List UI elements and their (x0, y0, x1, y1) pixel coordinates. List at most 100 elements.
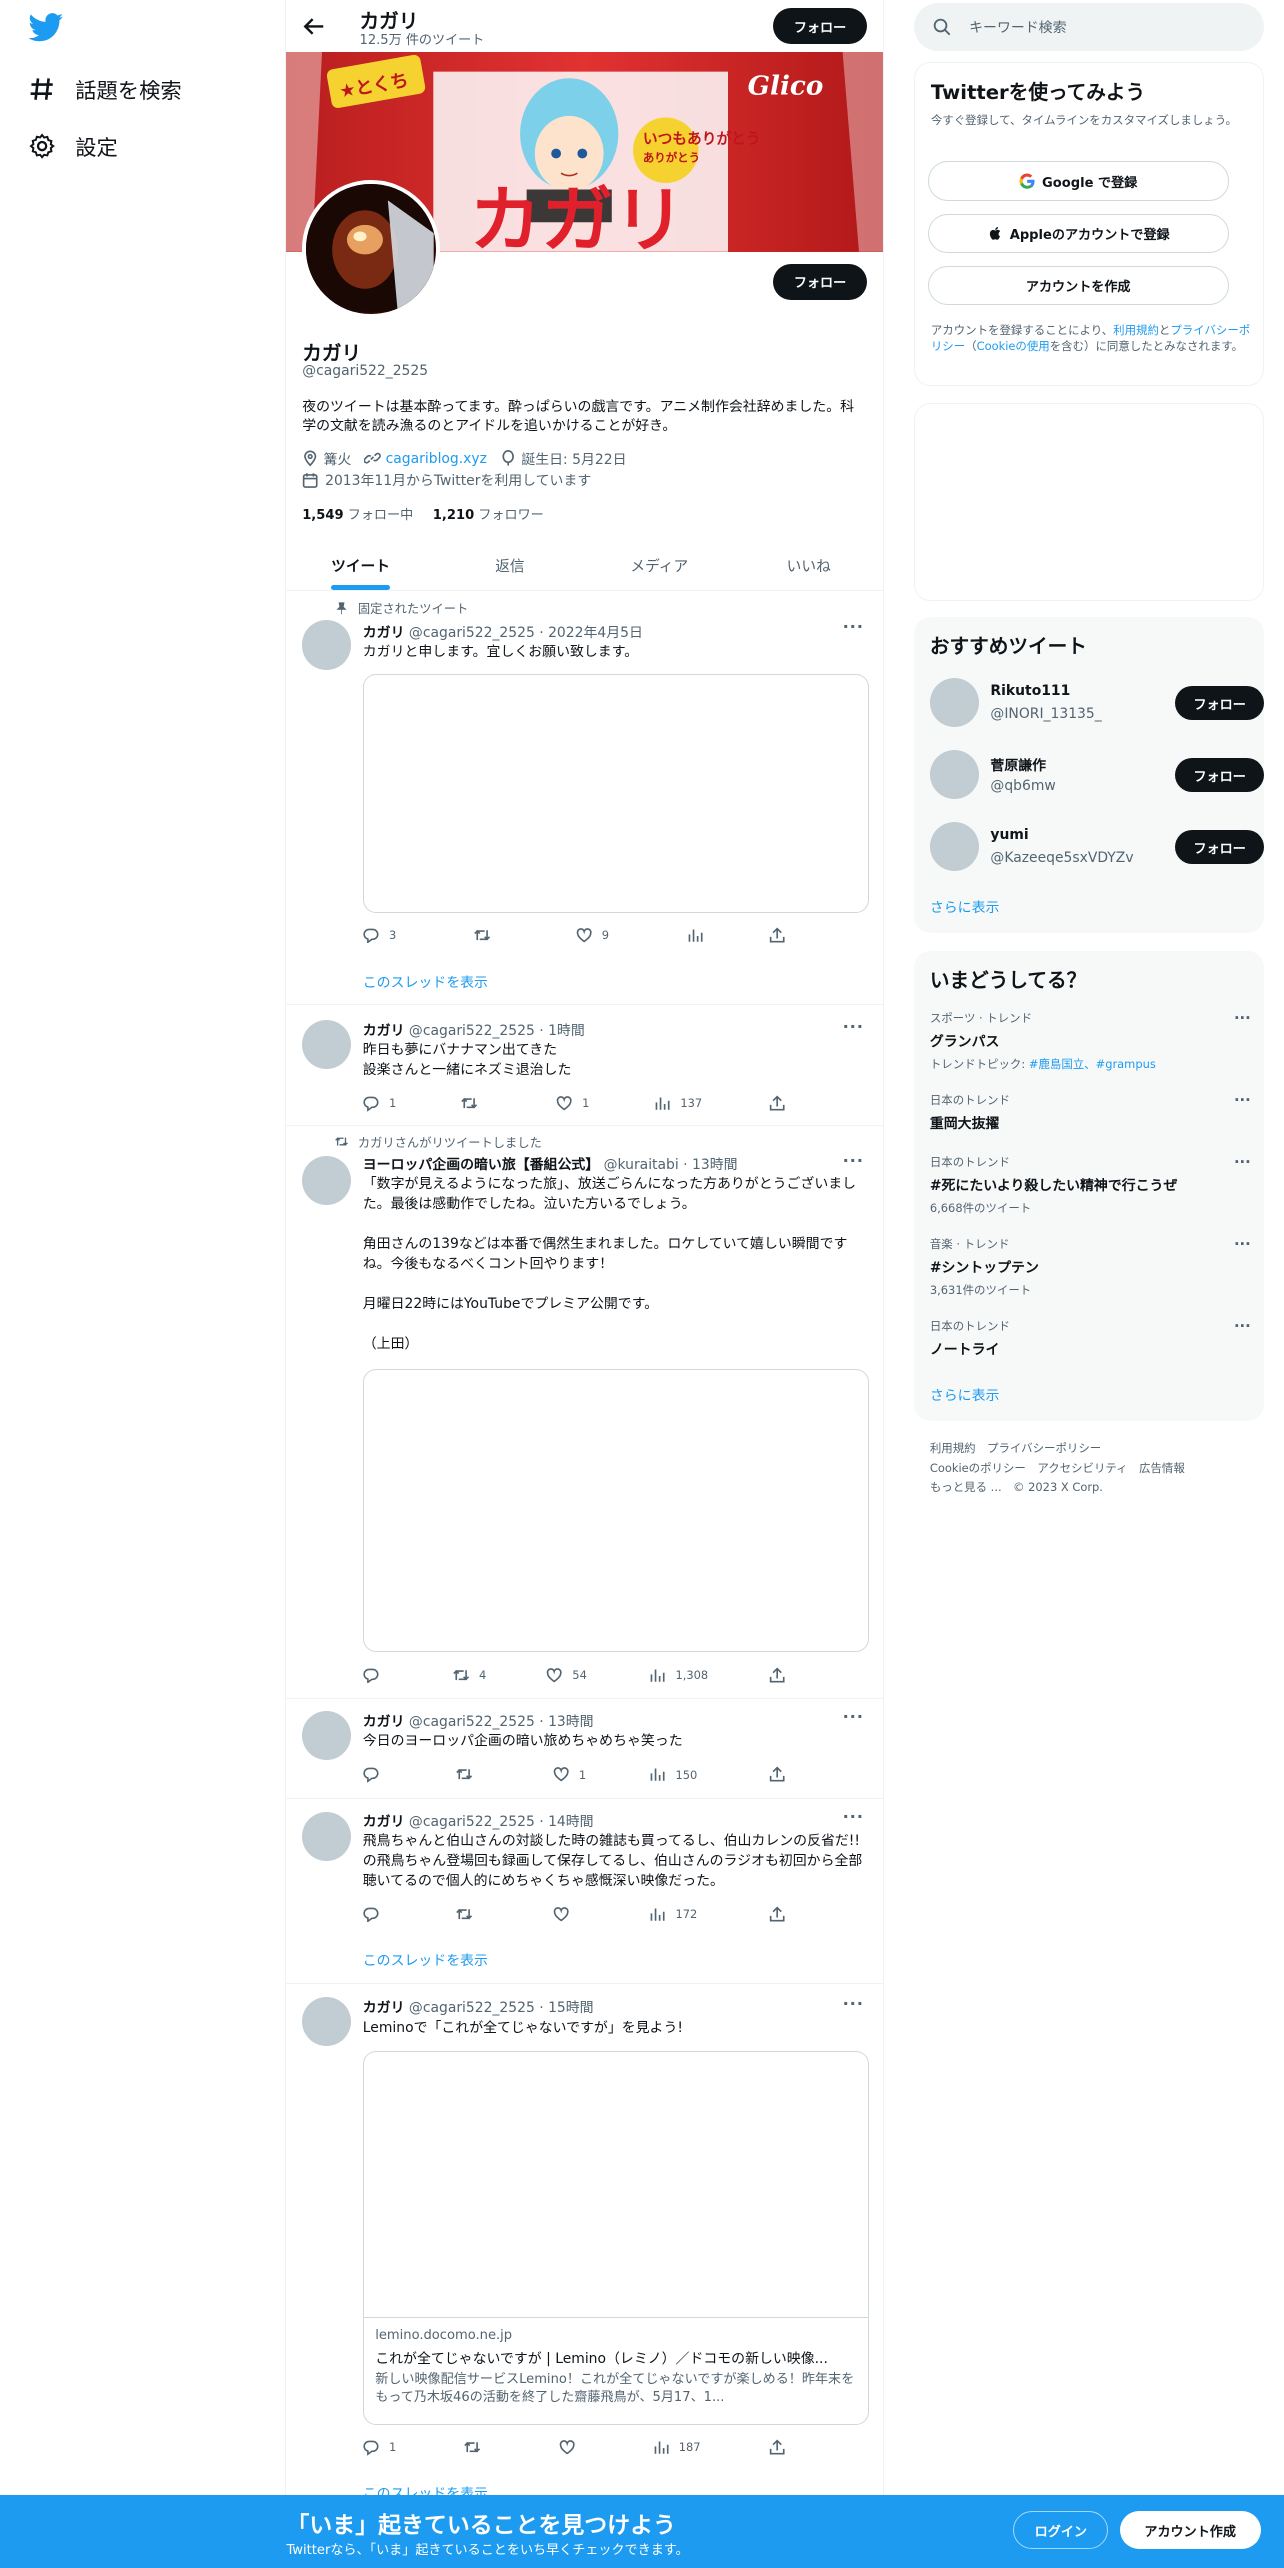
retweet-button[interactable] (474, 927, 500, 943)
tab-replies[interactable]: 返信 (435, 540, 584, 590)
retweet-button[interactable]: 4 (453, 1667, 486, 1683)
views-button[interactable]: 172 (649, 1906, 697, 1922)
reply-button[interactable] (363, 1667, 389, 1683)
more-icon[interactable]: ··· (1234, 1318, 1251, 1335)
more-icon[interactable]: ··· (843, 1994, 864, 2013)
avatar[interactable] (929, 749, 979, 799)
signup-button[interactable]: アカウント作成 (1119, 2511, 1261, 2549)
retweet-button[interactable] (461, 1095, 487, 1111)
avatar[interactable] (302, 1019, 352, 1069)
tweet-media[interactable] (362, 1368, 869, 1652)
nav-settings[interactable]: 設定 (29, 131, 118, 162)
views-button[interactable]: 187 (653, 2439, 701, 2455)
avatar[interactable] (302, 620, 352, 670)
profile-avatar[interactable] (302, 180, 440, 318)
views-button[interactable]: 137 (654, 1095, 702, 1111)
more-icon[interactable]: ··· (1234, 1010, 1251, 1027)
share-button[interactable] (769, 1906, 785, 1922)
google-signup-button[interactable]: Google で登録 (927, 161, 1229, 201)
trend-item[interactable]: 日本のトレンド #死にたいより殺したい精神で行こうぜ 6,668件のツイート ·… (930, 1154, 1251, 1216)
tab-likes[interactable]: いいね (734, 540, 883, 590)
recommended-user[interactable]: yumi @Kazeeqe5sxVDYZv フォロー (929, 821, 1264, 874)
cookie-link[interactable]: Cookieの使用 (977, 339, 1050, 353)
like-button[interactable] (559, 2439, 585, 2455)
retweet-button[interactable] (456, 1906, 482, 1922)
avatar[interactable] (302, 1155, 352, 1205)
followers-link[interactable]: 1,210 フォロワー (433, 504, 544, 523)
link-card[interactable]: lemino.docomo.ne.jp これが全てじゃないですが | Lemin… (362, 2051, 869, 2425)
show-thread-link[interactable]: このスレッドを表示 (363, 1950, 488, 1970)
tweet[interactable]: カガリ @cagari522_2525 · 1時間 ··· 昨日も夢にバナナマン… (285, 1005, 884, 1127)
show-more-link[interactable]: さらに表示 (930, 897, 1000, 917)
show-thread-link[interactable]: このスレッドを表示 (363, 972, 488, 992)
views-button[interactable]: 1,308 (649, 1667, 708, 1683)
trend-item[interactable]: 日本のトレンド 重岡大抜擢 ··· (930, 1092, 1251, 1133)
tweet[interactable]: カガリ @cagari522_2525 · 13時間 ··· 今日のヨーロッパ企… (285, 1699, 884, 1800)
retweet-button[interactable] (456, 1766, 482, 1782)
share-button[interactable] (769, 1766, 785, 1782)
header-follow-button[interactable]: フォロー (773, 8, 867, 45)
footer-link[interactable]: アクセシビリティ (1037, 1461, 1127, 1475)
share-button[interactable] (769, 1667, 785, 1683)
footer-link[interactable]: もっと見る ... (930, 1480, 1002, 1494)
reply-button[interactable] (363, 1766, 389, 1783)
trend-topic-links[interactable]: #鹿島国立、#grampus (1029, 1057, 1156, 1071)
more-icon[interactable]: ··· (843, 1807, 864, 1826)
like-button[interactable]: 1 (556, 1095, 589, 1111)
more-icon[interactable]: ··· (843, 1707, 864, 1726)
reply-button[interactable]: 1 (363, 2439, 396, 2456)
like-button[interactable]: 9 (576, 927, 609, 943)
follow-button[interactable]: フォロー (1175, 757, 1264, 793)
footer-link[interactable]: プライバシーポリシー (987, 1441, 1101, 1455)
views-button[interactable] (687, 927, 713, 943)
trend-item[interactable]: スポーツ · トレンド グランパス トレンドトピック: #鹿島国立、#gramp… (930, 1010, 1251, 1072)
like-button[interactable]: 54 (546, 1667, 587, 1683)
footer-link[interactable]: 広告情報 (1139, 1461, 1185, 1475)
create-account-button[interactable]: アカウントを作成 (927, 266, 1229, 306)
more-icon[interactable]: ··· (843, 1151, 864, 1170)
like-button[interactable] (553, 1906, 579, 1922)
avatar[interactable] (302, 1812, 352, 1862)
footer-link[interactable]: 利用規約 (930, 1441, 976, 1455)
trend-item[interactable]: 日本のトレンド ノートライ ··· (930, 1318, 1251, 1359)
reply-button[interactable] (363, 1906, 389, 1922)
more-icon[interactable]: ··· (1234, 1092, 1251, 1109)
avatar[interactable] (929, 821, 979, 871)
nav-explore[interactable]: 話題を検索 (29, 74, 182, 105)
apple-signup-button[interactable]: Appleのアカウントで登録 (927, 213, 1229, 254)
reply-button[interactable]: 1 (363, 1095, 396, 1112)
login-button[interactable]: ログイン (1013, 2511, 1109, 2549)
views-button[interactable]: 150 (649, 1766, 697, 1782)
tab-tweets[interactable]: ツイート (286, 540, 435, 591)
tab-media[interactable]: メディア (585, 540, 734, 590)
avatar[interactable] (302, 1710, 352, 1760)
tweet-media[interactable] (362, 674, 869, 914)
tweet[interactable]: カガリ @cagari522_2525 · 14時間 ··· 飛鳥ちゃんと伯山さ… (285, 1799, 884, 1985)
profile-website[interactable]: cagariblog.xyz (364, 450, 487, 467)
tweet[interactable]: カガリさんがリツイートしました ヨーロッパ企画の暗い旅【番組公式】 @kurai… (285, 1126, 884, 1700)
tweet[interactable]: 固定されたツイート カガリ @cagari522_2525 · 2022年4月5… (285, 591, 884, 1006)
share-button[interactable] (769, 927, 785, 943)
search-box[interactable]: キーワード検索 (913, 3, 1264, 51)
follow-button[interactable]: フォロー (1175, 829, 1264, 865)
tweet[interactable]: カガリ @cagari522_2525 · 15時間 ··· Leminoで「こ… (286, 1984, 884, 2502)
avatar[interactable] (929, 677, 979, 727)
profile-follow-button[interactable]: フォロー (773, 263, 867, 300)
footer-link[interactable]: Cookieのポリシー (930, 1461, 1026, 1475)
show-more-link[interactable]: さらに表示 (930, 1385, 1000, 1405)
avatar[interactable] (302, 1997, 352, 2047)
twitter-bird-icon[interactable] (28, 13, 64, 42)
profile-website-link[interactable]: cagariblog.xyz (386, 451, 487, 467)
more-icon[interactable]: ··· (843, 617, 864, 636)
following-link[interactable]: 1,549 フォロー中 (302, 504, 413, 523)
retweet-button[interactable] (464, 2439, 490, 2455)
reply-button[interactable]: 3 (363, 927, 396, 943)
recommended-user[interactable]: Rikuto111 @INORI_13135_ フォロー (929, 677, 1264, 730)
share-button[interactable] (769, 2439, 785, 2455)
more-icon[interactable]: ··· (1234, 1236, 1251, 1253)
terms-link[interactable]: 利用規約 (1113, 323, 1159, 337)
more-icon[interactable]: ··· (1234, 1154, 1251, 1171)
more-icon[interactable]: ··· (843, 1017, 864, 1036)
trend-item[interactable]: 音楽 · トレンド #シントップテン 3,631件のツイート ··· (930, 1236, 1251, 1298)
follow-button[interactable]: フォロー (1175, 685, 1264, 721)
